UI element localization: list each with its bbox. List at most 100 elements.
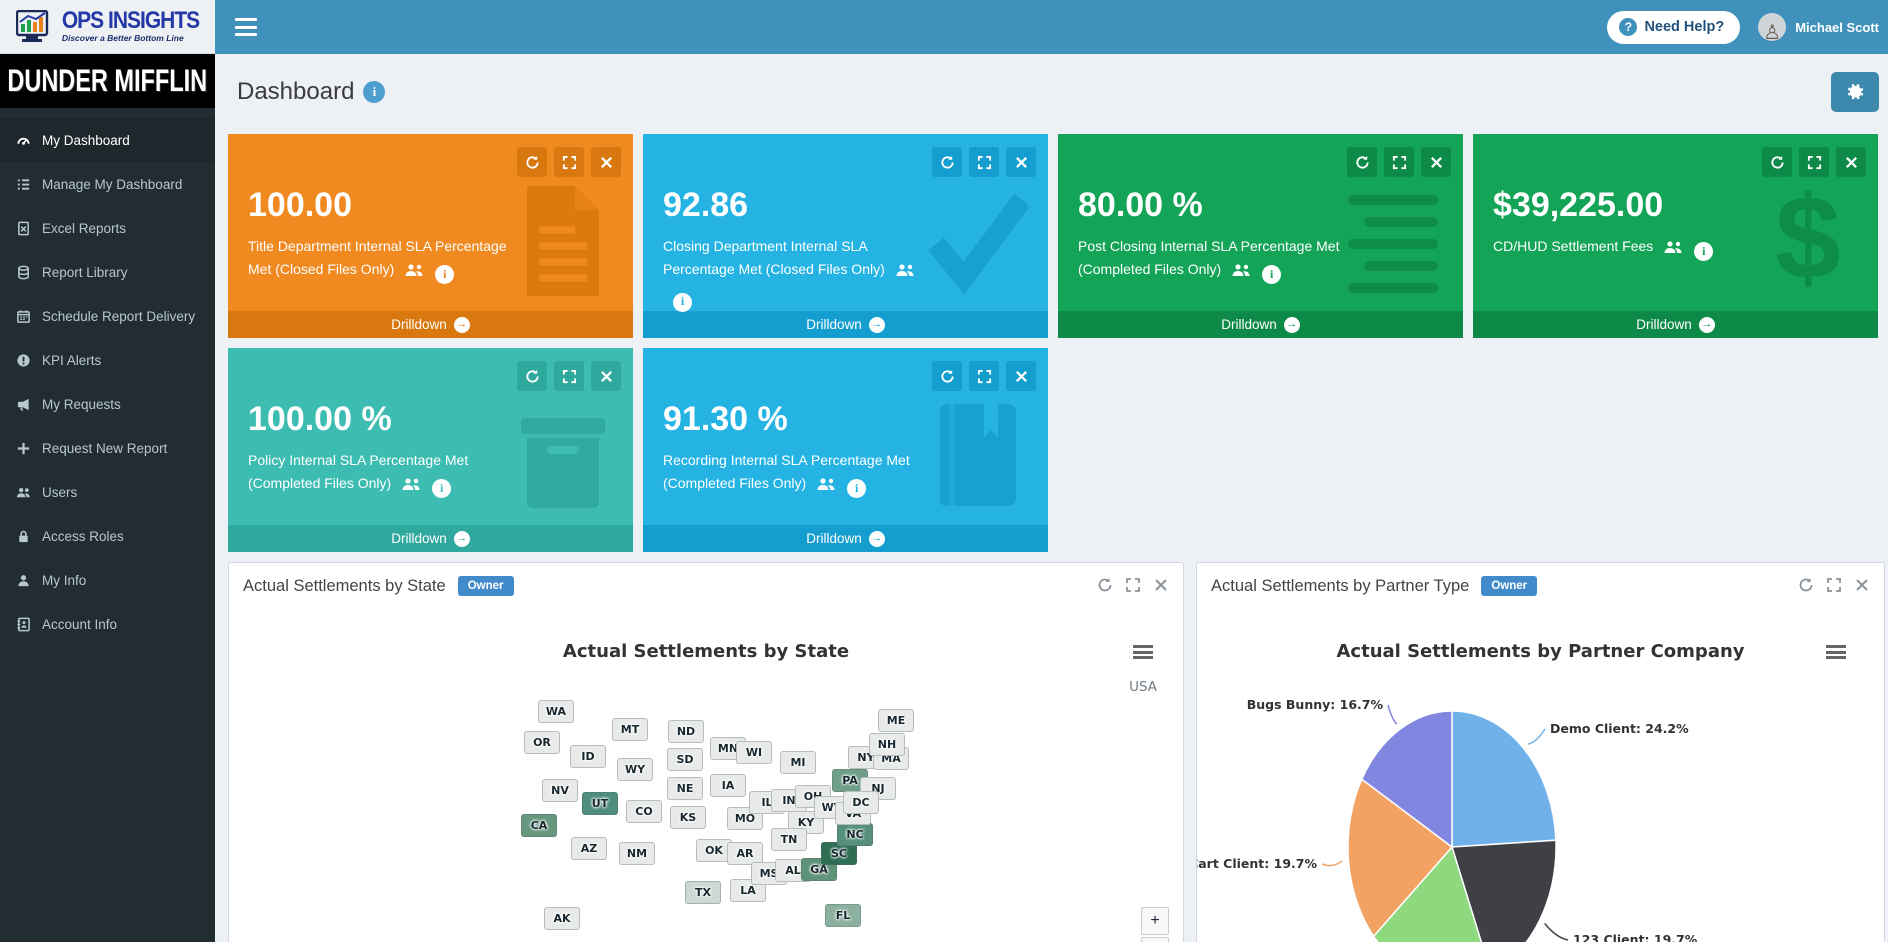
close-button[interactable] — [591, 147, 621, 177]
map-state-IA[interactable]: IA — [710, 774, 746, 797]
map-chart-title: Actual Settlements by State — [229, 641, 1183, 662]
sidebar-toggle-icon[interactable] — [235, 18, 257, 36]
refresh-button[interactable] — [932, 361, 962, 391]
expand-button[interactable] — [1384, 147, 1414, 177]
map-state-KS[interactable]: KS — [670, 806, 706, 829]
map-state-ID[interactable]: ID — [570, 745, 606, 768]
map-state-NC[interactable]: NC — [837, 823, 873, 846]
info-icon[interactable]: i — [1694, 242, 1713, 261]
users-icon[interactable] — [404, 262, 425, 285]
sidebar-item-schedule-report-delivery[interactable]: Schedule Report Delivery — [0, 294, 215, 338]
sidebar-item-report-library[interactable]: Report Library — [0, 250, 215, 294]
refresh-button[interactable] — [517, 361, 547, 391]
app-logo[interactable]: OPS INSIGHTS Discover a Better Bottom Li… — [0, 0, 215, 54]
map-state-OR[interactable]: OR — [524, 731, 560, 754]
refresh-icon[interactable] — [1798, 577, 1814, 596]
close-button[interactable] — [1006, 361, 1036, 391]
sidebar-item-excel-reports[interactable]: Excel Reports — [0, 206, 215, 250]
sidebar-item-manage-my-dashboard[interactable]: Manage My Dashboard — [0, 162, 215, 206]
chart-context-menu-icon[interactable] — [1826, 645, 1846, 659]
map-state-MT[interactable]: MT — [612, 718, 648, 741]
kpi-card: 91.30 % Recording Internal SLA Percentag… — [643, 348, 1048, 552]
map-state-CO[interactable]: CO — [626, 800, 662, 823]
info-icon[interactable]: i — [435, 265, 454, 284]
drilldown-button[interactable]: Drilldown→ — [228, 525, 633, 552]
sidebar-item-request-new-report[interactable]: Request New Report — [0, 426, 215, 470]
map-state-SD[interactable]: SD — [667, 748, 703, 771]
drilldown-button[interactable]: Drilldown→ — [1058, 311, 1463, 338]
close-icon[interactable] — [1854, 577, 1870, 596]
kpi-value: 100.00 — [248, 186, 633, 225]
drilldown-button[interactable]: Drilldown→ — [1473, 311, 1878, 338]
kpi-label: Recording Internal SLA Percentage Met (C… — [663, 449, 928, 499]
map-state-ND[interactable]: ND — [668, 720, 704, 743]
sidebar-item-my-info[interactable]: My Info — [0, 558, 215, 602]
need-help-button[interactable]: ? Need Help? — [1607, 11, 1740, 44]
drilldown-button[interactable]: Drilldown→ — [643, 311, 1048, 338]
map-state-DC[interactable]: DC — [843, 791, 879, 814]
map-state-FL[interactable]: FL — [825, 904, 861, 927]
map-state-AZ[interactable]: AZ — [571, 837, 607, 860]
user-avatar[interactable]: ♙ — [1758, 13, 1786, 41]
drilldown-button[interactable]: Drilldown→ — [228, 311, 633, 338]
users-icon[interactable] — [1231, 262, 1252, 285]
close-button[interactable] — [1006, 147, 1036, 177]
chart-context-menu-icon[interactable] — [1133, 645, 1153, 659]
map-state-WA[interactable]: WA — [538, 700, 574, 723]
sidebar-item-users[interactable]: Users — [0, 470, 215, 514]
sidebar-item-kpi-alerts[interactable]: KPI Alerts — [0, 338, 215, 382]
expand-button[interactable] — [969, 147, 999, 177]
info-icon[interactable]: i — [673, 293, 692, 312]
refresh-button[interactable] — [1762, 147, 1792, 177]
sidebar-item-account-info[interactable]: Account Info — [0, 602, 215, 646]
map-state-WI[interactable]: WI — [736, 741, 772, 764]
map-state-UT[interactable]: UT — [582, 792, 618, 815]
page-info-icon[interactable]: i — [363, 81, 385, 103]
expand-button[interactable] — [969, 361, 999, 391]
refresh-button[interactable] — [932, 147, 962, 177]
close-button[interactable] — [1421, 147, 1451, 177]
sidebar-item-access-roles[interactable]: Access Roles — [0, 514, 215, 558]
map-state-ME[interactable]: ME — [878, 709, 914, 732]
map-state-CA[interactable]: CA — [521, 814, 557, 837]
map-zoom-in-button[interactable]: + — [1141, 907, 1169, 935]
map-state-TX[interactable]: TX — [685, 881, 721, 904]
map-zoom-out-button[interactable] — [1141, 937, 1169, 942]
info-icon[interactable]: i — [432, 479, 451, 498]
drilldown-button[interactable]: Drilldown→ — [643, 525, 1048, 552]
map-state-NV[interactable]: NV — [542, 779, 578, 802]
info-icon[interactable]: i — [847, 479, 866, 498]
map-state-NH[interactable]: NH — [869, 733, 905, 756]
map-state-MI[interactable]: MI — [780, 751, 816, 774]
pie-slice-demo-client[interactable] — [1452, 711, 1556, 847]
users-icon[interactable] — [895, 262, 916, 285]
refresh-button[interactable] — [1347, 147, 1377, 177]
sidebar-item-my-dashboard[interactable]: My Dashboard — [0, 118, 215, 162]
map-state-AK[interactable]: AK — [544, 907, 580, 930]
map-state-NM[interactable]: NM — [619, 842, 655, 865]
info-icon[interactable]: i — [1262, 265, 1281, 284]
close-button[interactable] — [591, 361, 621, 391]
users-icon[interactable] — [1663, 239, 1684, 262]
close-button[interactable] — [1836, 147, 1866, 177]
pie-label-connector — [1322, 861, 1343, 866]
sidebar-item-label: My Requests — [42, 397, 121, 412]
refresh-icon[interactable] — [1097, 577, 1113, 596]
sidebar-item-label: My Dashboard — [42, 133, 130, 148]
close-icon[interactable] — [1153, 577, 1169, 596]
map-state-NE[interactable]: NE — [667, 777, 703, 800]
expand-icon[interactable] — [1125, 577, 1141, 596]
dashboard-settings-button[interactable] — [1831, 72, 1879, 112]
alert-circle-icon — [16, 353, 31, 368]
expand-button[interactable] — [554, 147, 584, 177]
expand-icon[interactable] — [1826, 577, 1842, 596]
refresh-button[interactable] — [517, 147, 547, 177]
map-state-TN[interactable]: TN — [771, 828, 807, 851]
users-icon[interactable] — [401, 476, 422, 499]
sidebar-item-my-requests[interactable]: My Requests — [0, 382, 215, 426]
expand-button[interactable] — [1799, 147, 1829, 177]
user-name[interactable]: Michael Scott — [1795, 20, 1879, 35]
map-state-WY[interactable]: WY — [617, 758, 653, 781]
users-icon[interactable] — [816, 476, 837, 499]
expand-button[interactable] — [554, 361, 584, 391]
